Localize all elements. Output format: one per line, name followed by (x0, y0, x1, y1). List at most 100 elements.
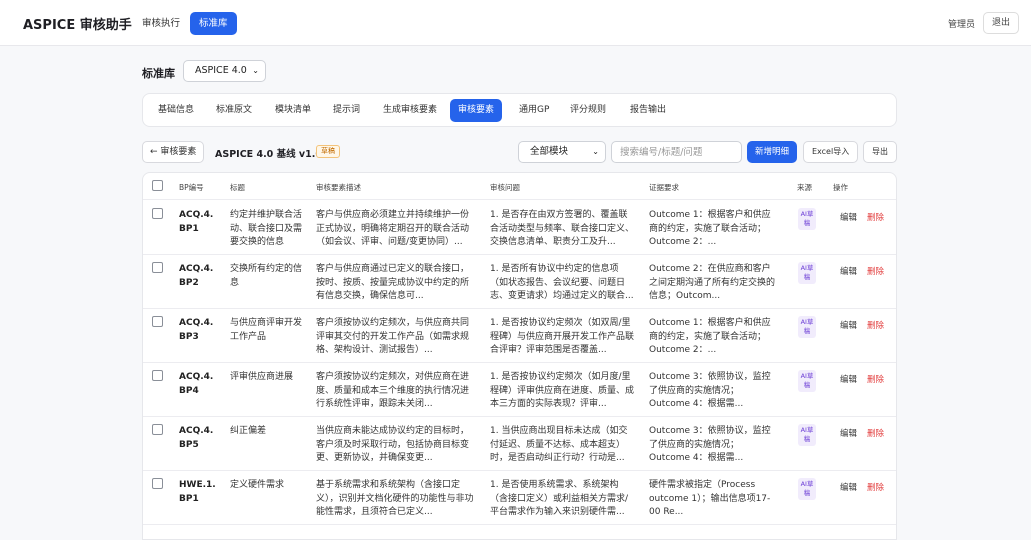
library-select[interactable]: ASPICE 4.0 ⌄ (183, 60, 266, 82)
source-badge: AI草稿 (798, 262, 816, 284)
tab-audit-elements[interactable]: 审核要素 (450, 99, 503, 122)
delete-button[interactable]: 删除 (867, 265, 884, 277)
bp-process: ACQ.4. (179, 264, 214, 274)
row-title: 定义硬件需求 (230, 480, 285, 490)
row-checkbox[interactable] (152, 262, 163, 273)
row-question: 1. 是否按协议约定频次（如月度/里程碑）评审供应商在进度、质量、成本三方面的实… (490, 372, 635, 409)
bp-process: ACQ.4. (179, 426, 214, 436)
row-checkbox[interactable] (152, 208, 163, 219)
row-evidence: Outcome 3：依照协议，监控了供应商的实施情况；Outcome 4：根据需… (649, 426, 771, 463)
edit-button[interactable]: 编辑 (840, 319, 857, 331)
tab-generic-gp[interactable]: 通用GP (511, 99, 557, 122)
row-checkbox[interactable] (152, 316, 163, 327)
bp-id: ACQ.4. BP2 (179, 263, 225, 290)
nav-standard-library[interactable]: 标准库 (190, 12, 237, 35)
table-row: ACQ.4. BP3 与供应商评审开发工作产品 客户须按协议约定频次，与供应商共… (143, 309, 896, 363)
tab-generate-elements[interactable]: 生成审核要素 (375, 99, 445, 122)
row-title: 与供应商评审开发工作产品 (230, 318, 302, 342)
row-question: 1. 当供应商出现目标未达成（如交付延迟、质量不达标、成本超支）时，是否启动纠正… (490, 426, 628, 463)
bp-id: ACQ.4. BP5 (179, 425, 225, 452)
bp-number: BP1 (179, 493, 199, 504)
bp-number: BP4 (179, 385, 199, 396)
source-badge: AI草稿 (798, 208, 816, 230)
row-checkbox[interactable] (152, 424, 163, 435)
user-name[interactable]: 管理员 (948, 17, 975, 30)
chevron-down-icon: ⌄ (252, 66, 259, 75)
bp-process: HWE.1. (179, 480, 216, 490)
header-bp: BP编号 (179, 183, 204, 192)
header-title: 标题 (230, 183, 245, 192)
row-evidence: Outcome 2：在供应商和客户之间定期沟通了所有约定交换的信息；Outcom… (649, 264, 776, 301)
tab-basic-info[interactable]: 基础信息 (150, 99, 202, 122)
header-source: 来源 (797, 183, 812, 192)
row-evidence: Outcome 3：依照协议，监控了供应商的实施情况；Outcome 4：根据需… (649, 372, 771, 409)
row-description: 客户须按协议约定频次，对供应商在进度、质量和成本三个维度的执行情况进行系统性评审… (316, 372, 470, 409)
logout-button[interactable]: 退出 (983, 12, 1020, 34)
tab-report-output[interactable]: 报告输出 (622, 99, 674, 122)
bp-number: BP3 (179, 331, 199, 342)
bp-number: BP5 (179, 439, 199, 450)
delete-button[interactable]: 删除 (867, 481, 884, 493)
edit-button[interactable]: 编辑 (840, 265, 857, 277)
row-description: 客户与供应商通过已定义的联合接口，按时、按质、按量完成协议中约定的所有信息交换，… (316, 264, 470, 301)
nav-audit-execution[interactable]: 审核执行 (134, 12, 188, 35)
tab-standard-text[interactable]: 标准原文 (208, 99, 260, 122)
top-bar: ASPICE 审核助手 审核执行 标准库 管理员 退出 (0, 0, 1031, 46)
excel-import-button[interactable]: Excel导入 (803, 141, 859, 163)
bp-id: HWE.1. BP1 (179, 479, 225, 506)
row-title: 评审供应商进展 (230, 372, 294, 382)
row-question: 1. 是否使用系统需求、系统架构（含接口定义）或利益相关方需求/平台需求作为输入… (490, 480, 629, 517)
source-badge: AI草稿 (798, 424, 816, 446)
edit-button[interactable]: 编辑 (840, 427, 857, 439)
tab-module-list[interactable]: 模块清单 (267, 99, 319, 122)
tab-scoring-rules[interactable]: 评分规则 (562, 99, 614, 122)
table-header: BP编号 标题 审核要素描述 审核问题 证据要求 来源 操作 (143, 173, 896, 200)
source-badge: AI草稿 (798, 478, 816, 500)
table-row: ACQ.4. BP4 评审供应商进展 客户须按协议约定频次，对供应商在进度、质量… (143, 363, 896, 417)
row-evidence: Outcome 1：根据客户和供应商的约定，实施了联合活动；Outcome 2：… (649, 318, 771, 355)
header-evidence: 证据要求 (649, 183, 679, 192)
module-filter-select[interactable]: 全部模块 ⌄ (518, 141, 606, 163)
tab-bar: 基础信息 标准原文 模块清单 提示词 生成审核要素 审核要素 通用GP 评分规则… (142, 93, 897, 127)
add-detail-button[interactable]: 新增明细 (747, 141, 798, 163)
tab-prompts[interactable]: 提示词 (325, 99, 368, 122)
row-question: 1. 是否存在由双方签署的、覆盖联合活动类型与频率、联合接口定义、交换信息清单、… (490, 210, 635, 247)
search-input[interactable] (611, 141, 742, 163)
header-question: 审核问题 (490, 183, 520, 192)
row-title: 纠正偏差 (230, 426, 267, 436)
row-evidence: Outcome 1：根据客户和供应商的约定，实施了联合活动；Outcome 2：… (649, 210, 771, 247)
bp-id: ACQ.4. BP3 (179, 317, 225, 344)
source-badge: AI草稿 (798, 316, 816, 338)
delete-button[interactable]: 删除 (867, 319, 884, 331)
row-evidence: 硬件需求被指定（Process outcome 1）；输出信息项17-00 Re… (649, 480, 771, 517)
library-select-value: ASPICE 4.0 (195, 65, 247, 76)
header-action: 操作 (833, 183, 848, 192)
delete-button[interactable]: 删除 (867, 211, 884, 223)
table-row: HWE.1. BP1 定义硬件需求 基于系统需求和系统架构（含接口定义），识别并… (143, 471, 896, 525)
delete-button[interactable]: 删除 (867, 427, 884, 439)
edit-button[interactable]: 编辑 (840, 481, 857, 493)
back-button[interactable]: ← 审核要素 (142, 141, 205, 163)
source-badge: AI草稿 (798, 370, 816, 392)
row-title: 交换所有约定的信息 (230, 264, 302, 288)
row-description: 当供应商未能达成协议约定的目标时，客户须及时采取行动，包括协商目标变更、更新协议… (316, 426, 470, 463)
module-filter-value: 全部模块 (530, 146, 569, 157)
delete-button[interactable]: 删除 (867, 373, 884, 385)
table-row: ACQ.4. BP1 约定并维护联合活动、联合接口及需要交换的信息 客户与供应商… (143, 201, 896, 255)
row-title: 约定并维护联合活动、联合接口及需要交换的信息 (230, 210, 302, 247)
edit-button[interactable]: 编辑 (840, 373, 857, 385)
app-brand: ASPICE 审核助手 (23, 18, 132, 33)
table-row: ACQ.4. BP5 纠正偏差 当供应商未能达成协议约定的目标时，客户须及时采取… (143, 417, 896, 471)
baseline-title: ASPICE 4.0 基线 v1.0 (215, 149, 322, 160)
library-label: 标准库 (142, 67, 175, 80)
bp-process: ACQ.4. (179, 318, 214, 328)
bp-process: ACQ.4. (179, 372, 214, 382)
export-button[interactable]: 导出 (863, 141, 897, 163)
header-desc: 审核要素描述 (316, 183, 361, 192)
edit-button[interactable]: 编辑 (840, 211, 857, 223)
row-checkbox[interactable] (152, 370, 163, 381)
bp-id: ACQ.4. BP1 (179, 209, 225, 236)
row-checkbox[interactable] (152, 478, 163, 489)
row-question: 1. 是否按协议约定频次（如双周/里程碑）与供应商开展开发工作产品联合评审？评审… (490, 318, 635, 355)
select-all-checkbox[interactable] (152, 180, 163, 191)
